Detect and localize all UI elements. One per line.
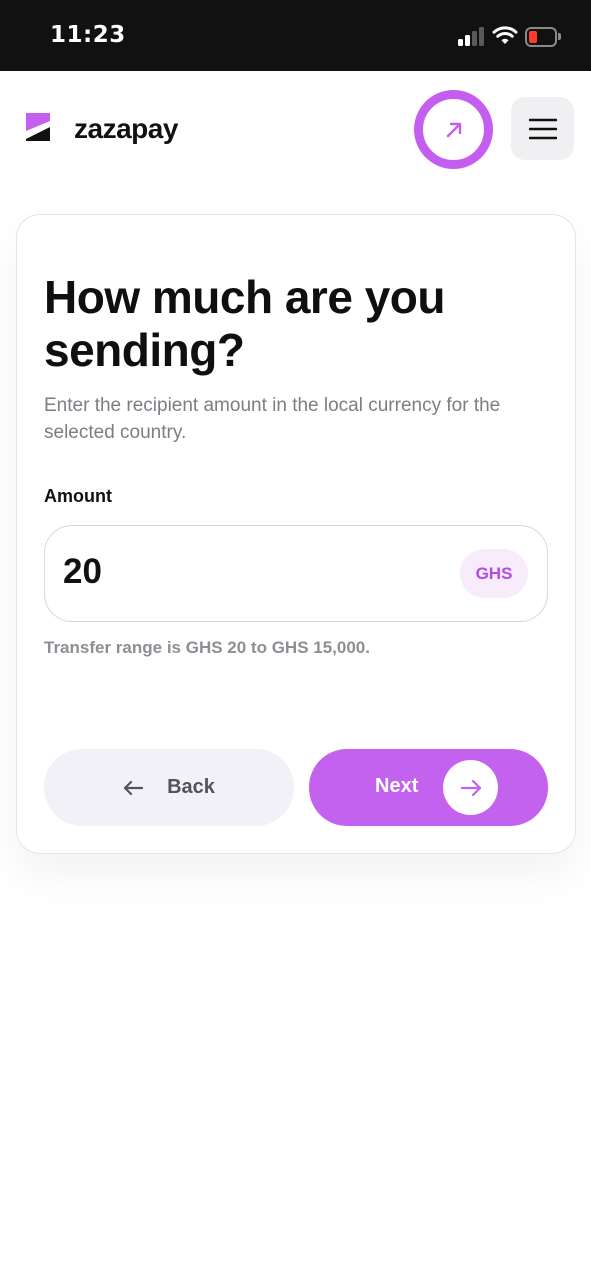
amount-label: Amount <box>44 486 112 506</box>
back-button[interactable]: Back <box>44 749 294 826</box>
arrow-right-icon <box>460 779 481 796</box>
zazapay-logo-icon <box>26 113 50 141</box>
menu-button[interactable] <box>511 97 574 160</box>
page-subtitle: Enter the recipient amount in the local … <box>44 395 501 443</box>
quick-send-button[interactable] <box>414 90 493 169</box>
hamburger-menu-icon <box>528 118 557 139</box>
amount-card: How much are you sending? Enter the reci… <box>16 214 576 854</box>
status-bar: 11:23 <box>0 0 591 71</box>
status-time: 11:23 <box>50 22 126 48</box>
amount-value[interactable]: 20 <box>63 552 102 592</box>
next-arrow-circle <box>443 760 498 815</box>
transfer-range-note: Transfer range is GHS 20 to GHS 15,000. <box>44 638 370 657</box>
amount-input[interactable]: 20 GHS <box>44 525 548 622</box>
arrow-up-right-icon <box>446 122 461 137</box>
currency-badge: GHS <box>460 549 528 598</box>
arrow-left-icon <box>123 780 144 795</box>
brand-name: zazapay <box>74 113 178 144</box>
next-label: Next <box>375 775 419 797</box>
next-button[interactable]: Next <box>309 749 548 826</box>
page-title: How much are you sending? <box>44 271 445 376</box>
cellular-signal-icon <box>458 26 486 46</box>
header: zazapay <box>0 71 591 191</box>
back-label: Back <box>167 776 215 798</box>
battery-icon <box>525 27 561 47</box>
wifi-icon <box>492 26 518 44</box>
